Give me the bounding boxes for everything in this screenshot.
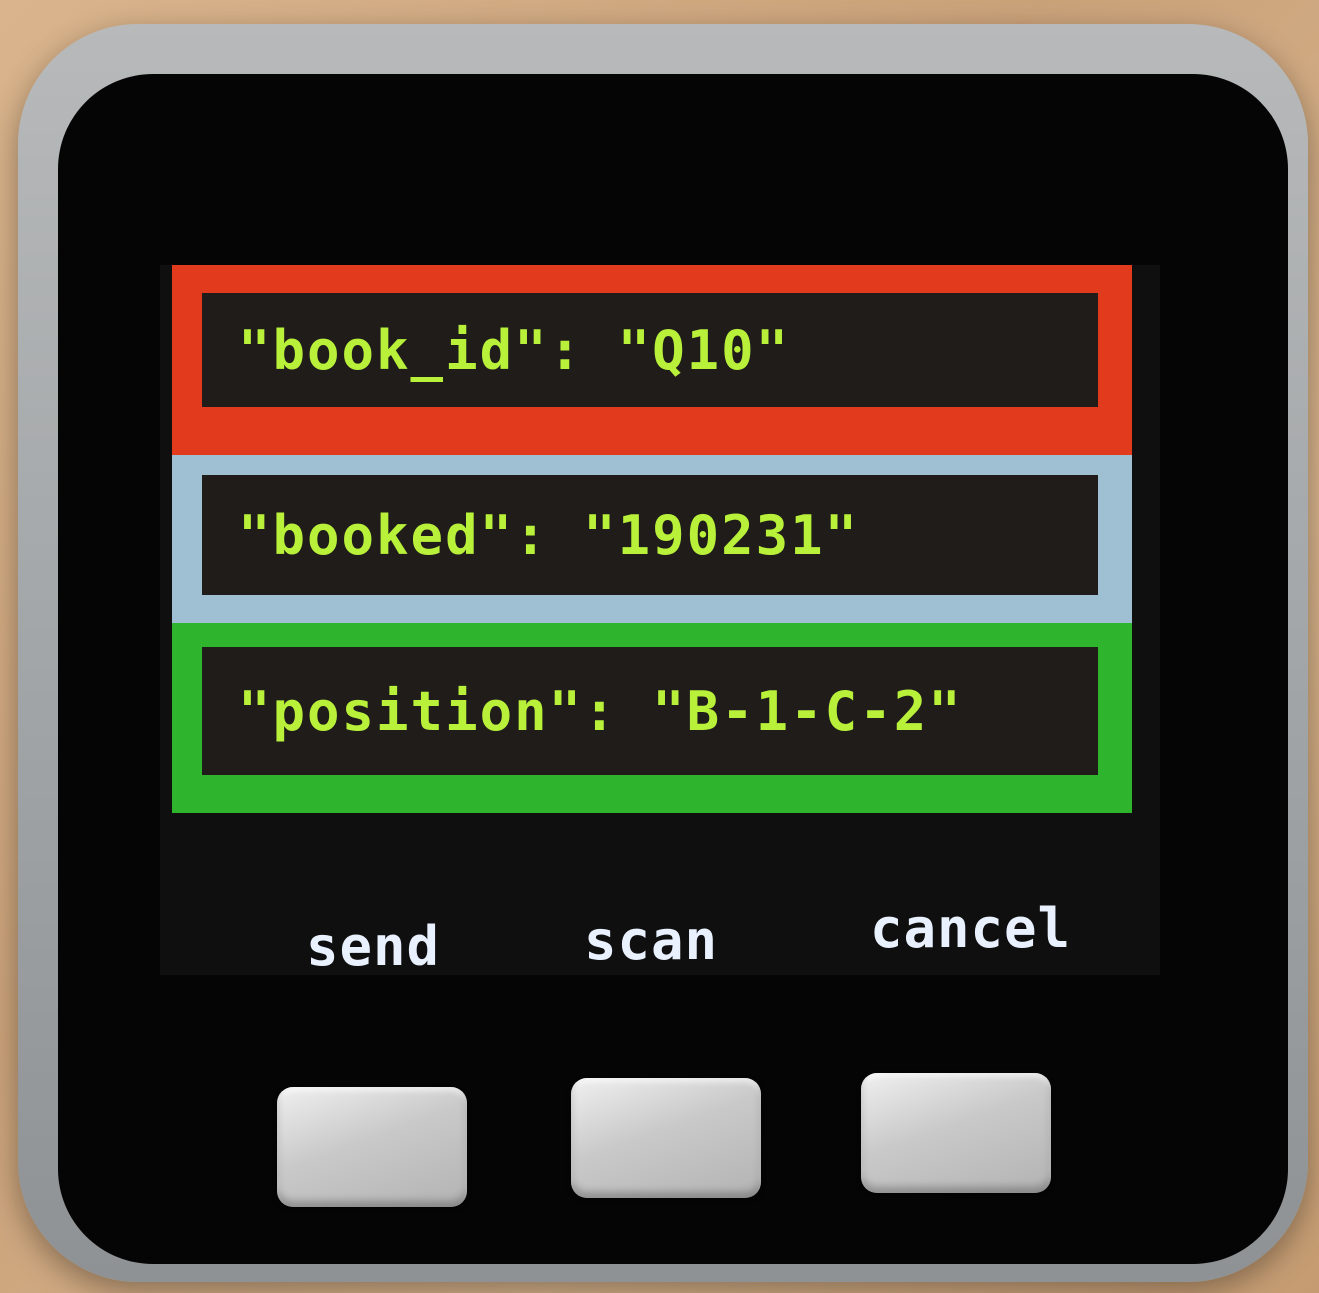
book-id-box: "book_id": "Q10" xyxy=(202,293,1098,407)
cancel-label: cancel xyxy=(870,897,1072,960)
send-label: send xyxy=(306,915,441,978)
lcd-screen: "book_id": "Q10" "booked": "190231" "pos… xyxy=(160,265,1160,978)
cancel-button[interactable] xyxy=(861,1073,1051,1193)
scan-button[interactable] xyxy=(571,1078,761,1198)
position-box: "position": "B-1-C-2" xyxy=(202,647,1098,775)
booked-box: "booked": "190231" xyxy=(202,475,1098,595)
position-text: "position": "B-1-C-2" xyxy=(238,679,963,743)
book-id-text: "book_id": "Q10" xyxy=(238,318,791,382)
booked-text: "booked": "190231" xyxy=(238,503,860,567)
book-id-row: "book_id": "Q10" xyxy=(172,265,1132,455)
booked-row: "booked": "190231" xyxy=(172,455,1132,623)
softkey-labels: send scan cancel xyxy=(160,885,1160,978)
scan-label: scan xyxy=(584,909,719,972)
send-button[interactable] xyxy=(277,1087,467,1207)
position-row: "position": "B-1-C-2" xyxy=(172,623,1132,813)
